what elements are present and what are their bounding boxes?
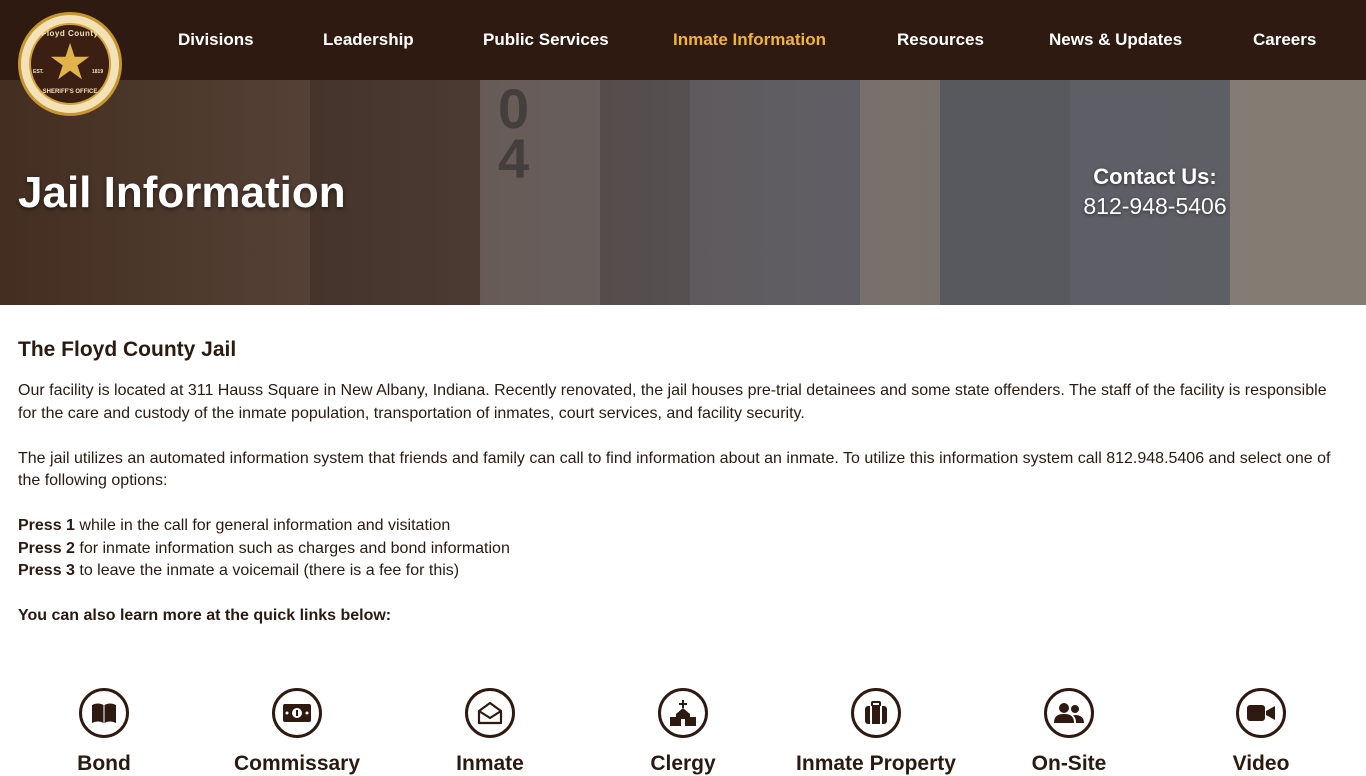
video-icon bbox=[1236, 688, 1286, 738]
quick-link-label: Video bbox=[1232, 752, 1290, 775]
info-system-description: The jail utilizes an automated informati… bbox=[18, 449, 1331, 490]
envelope-icon bbox=[465, 688, 515, 738]
quick-link-bond[interactable]: Bond bbox=[4, 688, 204, 776]
option-key: Press 2 bbox=[18, 539, 75, 557]
option-key: Press 3 bbox=[18, 562, 75, 579]
nav-resources[interactable]: Resources bbox=[897, 30, 984, 50]
book-icon bbox=[79, 688, 129, 738]
nav-inmate-information[interactable]: Inmate Information bbox=[673, 30, 826, 50]
money-icon bbox=[272, 688, 322, 738]
cell-door-panel bbox=[690, 80, 860, 305]
church-icon bbox=[658, 688, 708, 738]
star-badge-icon: ★ bbox=[47, 34, 93, 90]
cell-door-panel bbox=[600, 80, 690, 305]
logo-bottom-text: SHERIFF'S OFFICE bbox=[42, 89, 98, 95]
quick-link-label: Inmate bbox=[456, 752, 524, 775]
hero-banner: 04 Jail Information Contact Us: 812-948-… bbox=[0, 80, 1366, 305]
quick-link-video[interactable]: Video bbox=[1161, 688, 1361, 776]
option-key: Press 1 bbox=[18, 517, 75, 534]
option-text: for inmate information such as charges a… bbox=[74, 539, 510, 557]
quick-link-label: Inmate Property bbox=[796, 752, 956, 775]
quick-link-label: Clergy bbox=[650, 752, 716, 775]
quick-link-inmate-property[interactable]: Inmate Property bbox=[776, 688, 976, 776]
cell-wall bbox=[860, 80, 940, 305]
option-2: Press 2 for inmate information such as c… bbox=[18, 538, 1348, 561]
nav-public-services[interactable]: Public Services bbox=[483, 30, 609, 50]
logo-year: 1819 bbox=[92, 69, 104, 75]
nav-divisions[interactable]: Divisions bbox=[178, 30, 254, 50]
cell-wall bbox=[1230, 80, 1366, 305]
quick-link-label: On-Site bbox=[1031, 752, 1107, 775]
option-text: to leave the inmate a voicemail (there i… bbox=[74, 562, 460, 579]
quick-link-label: Commissary bbox=[233, 752, 361, 775]
quick-link-clergy[interactable]: Clergy bbox=[583, 688, 783, 776]
quick-links-intro: You can also learn more at the quick lin… bbox=[18, 607, 392, 624]
option-text: while in the call for general informatio… bbox=[74, 517, 451, 534]
option-3: Press 3 to leave the inmate a voicemail … bbox=[18, 560, 1348, 583]
door-number-decoration: 04 bbox=[498, 80, 530, 190]
main-content: The Floyd County Jail Our facility is lo… bbox=[18, 336, 1348, 628]
logo-inner-ring: Floyd County ★ SHERIFF'S OFFICE EST. 181… bbox=[29, 23, 111, 105]
quick-link-inmate[interactable]: Inmate bbox=[390, 688, 590, 776]
cell-door-panel bbox=[940, 80, 1070, 305]
suitcase-icon bbox=[851, 688, 901, 738]
logo-est: EST. bbox=[33, 69, 44, 75]
top-navbar: Divisions Leadership Public Services Inm… bbox=[0, 0, 1366, 80]
contact-phone-link[interactable]: 812-948-5406 bbox=[1060, 193, 1250, 220]
nav-careers[interactable]: Careers bbox=[1253, 30, 1316, 50]
contact-label: Contact Us: bbox=[1093, 164, 1217, 189]
page-title: Jail Information bbox=[18, 168, 346, 217]
section-heading: The Floyd County Jail bbox=[18, 338, 237, 361]
quick-link-commissary[interactable]: Commissary bbox=[197, 688, 397, 776]
nav-news-updates[interactable]: News & Updates bbox=[1049, 30, 1182, 50]
option-1: Press 1 while in the call for general in… bbox=[18, 515, 1348, 538]
users-icon bbox=[1044, 688, 1094, 738]
nav-leadership[interactable]: Leadership bbox=[323, 30, 414, 50]
facility-description: Our facility is located at 311 Hauss Squ… bbox=[18, 382, 1327, 422]
sheriff-badge-logo[interactable]: Floyd County ★ SHERIFF'S OFFICE EST. 181… bbox=[18, 12, 122, 116]
quick-link-label: Bond bbox=[77, 752, 131, 775]
quick-link-on-site[interactable]: On-Site bbox=[969, 688, 1169, 776]
